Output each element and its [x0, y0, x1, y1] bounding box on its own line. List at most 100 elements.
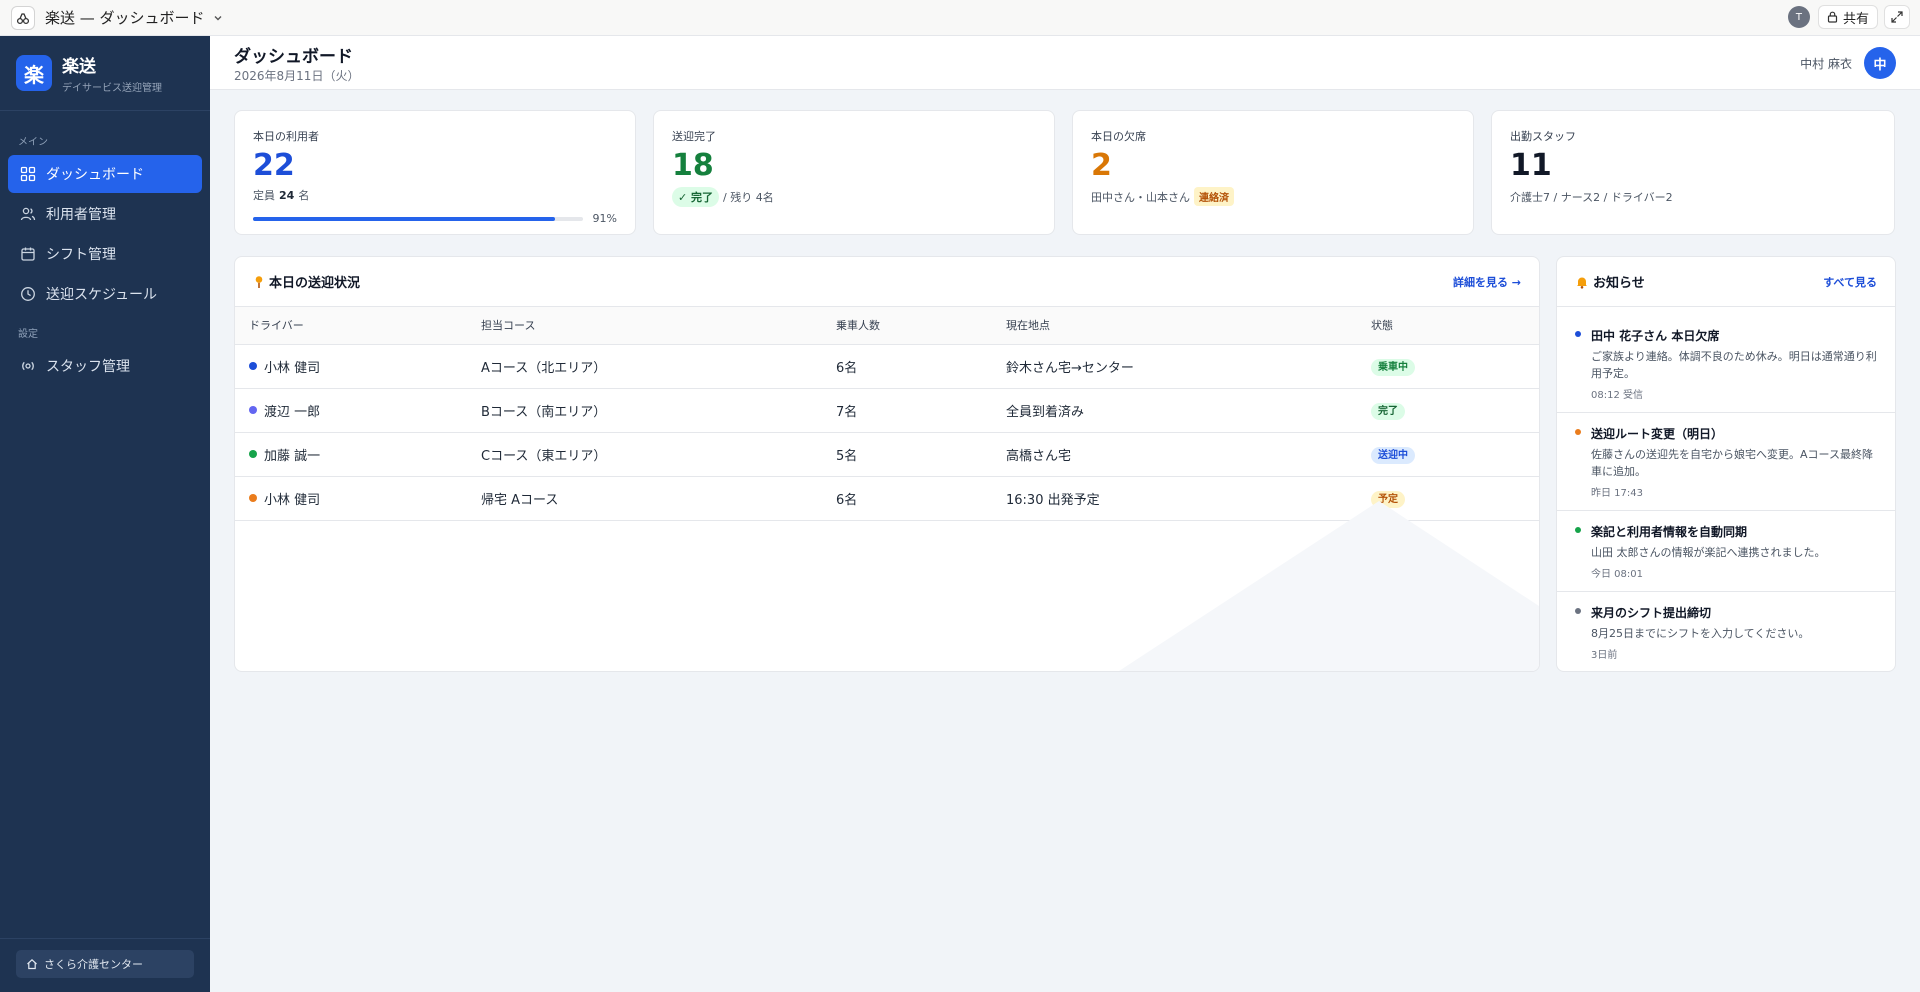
sidebar-item-label: スタッフ管理 — [46, 359, 130, 375]
page-date: 2026年8月11日（火） — [234, 69, 360, 83]
window-title: 楽送 — ダッシュボード — [45, 9, 205, 27]
window-titlebar: 楽送 — ダッシュボード T 共有 — [0, 0, 1920, 36]
calendar-icon — [21, 247, 35, 261]
bell-icon — [1577, 277, 1587, 289]
panel-title: 本日の送迎状況 — [253, 272, 360, 291]
sidebar-footer: さくら介護センター — [0, 938, 210, 992]
progress-fill — [253, 216, 556, 221]
view-details-link[interactable]: 詳細を見る → — [1453, 274, 1521, 290]
fullscreen-button[interactable] — [1884, 5, 1910, 29]
table-row[interactable]: 渡辺 一郎 Bコース（南エリア） 7名 全員到着済み 完了 — [235, 388, 1539, 432]
notice-body: 佐藤さんの送迎先を自宅から娘宅へ変更。Aコース最終降車に追加。 — [1591, 448, 1873, 478]
transport-status-panel: 本日の送迎状況 詳細を見る → ドライバー 担当コース 乗車人数 現在地点 状態… — [234, 256, 1540, 672]
driver-name: 小林 健司 — [264, 360, 321, 376]
count-cell: 7名 — [836, 404, 858, 420]
notice-body: 山田 太郎さんの情報が楽記へ連携されました。 — [1591, 546, 1826, 559]
notice-body: 8月25日までにシフトを入力してください。 — [1591, 627, 1810, 640]
column-header: 状態 — [1371, 319, 1393, 333]
column-header: ドライバー — [249, 319, 304, 333]
facility-name: さくら介護センター — [44, 958, 143, 971]
panel-title-text: 本日の送迎状況 — [269, 276, 361, 291]
brand-logo: 楽 — [16, 55, 52, 91]
stat-label: 送迎完了 — [672, 130, 716, 143]
driver-name: 小林 健司 — [264, 492, 321, 508]
driver-cell: 加藤 誠一 — [235, 432, 467, 476]
capacity-value: 24 — [279, 188, 295, 202]
attendance-progress — [253, 216, 583, 221]
capacity-prefix: 定員 — [253, 189, 275, 202]
facility-selector[interactable]: さくら介護センター — [16, 950, 194, 978]
sidebar-item-users[interactable]: 利用者管理 — [8, 195, 202, 233]
pin-icon — [255, 275, 263, 288]
stat-card-absent: 本日の欠席 2 田中さん・山本さん 連絡済 — [1072, 110, 1474, 235]
nav-section-main: メイン — [18, 137, 48, 148]
stat-capacity: 定員 24 名 — [253, 187, 617, 203]
status-badge: 完了 — [1371, 403, 1405, 420]
transport-table: ドライバー 担当コース 乗車人数 現在地点 状態 小林 健司 Aコース（北エリア）… — [235, 307, 1539, 521]
table-row[interactable]: 加藤 誠一 Cコース（東エリア） 5名 高橋さん宅 送迎中 — [235, 432, 1539, 476]
status-badge: ✓ 完了 — [672, 187, 720, 207]
driver-color-dot — [249, 450, 257, 458]
notice-title: 田中 花子さん 本日欠席 — [1591, 329, 1720, 343]
course-cell: 帰宅 Aコース — [481, 492, 559, 508]
driver-color-dot — [249, 362, 257, 370]
column-header: 乗車人数 — [836, 319, 880, 333]
progress-percent: 91% — [592, 212, 617, 225]
stat-label: 出勤スタッフ — [1510, 130, 1576, 143]
notice-title: 来月のシフト提出締切 — [1591, 606, 1712, 620]
notice-title: 楽記と利用者情報を自動同期 — [1591, 525, 1748, 539]
share-button[interactable]: 共有 — [1817, 5, 1878, 29]
state-cell: 乗車中 — [1357, 344, 1539, 388]
course-cell: Cコース（東エリア） — [481, 448, 607, 464]
app-menu-icon[interactable] — [11, 5, 35, 30]
notice-item[interactable]: 送迎ルート変更（明日） 佐藤さんの送迎先を自宅から娘宅へ変更。Aコース最終降車に追… — [1557, 413, 1895, 511]
badge-label: 完了 — [691, 191, 714, 204]
share-label: 共有 — [1842, 11, 1869, 27]
stat-card-users: 本日の利用者 22 定員 24 名 91% — [234, 110, 636, 235]
sidebar-item-staff[interactable]: スタッフ管理 — [8, 347, 202, 385]
driver-cell: 小林 健司 — [235, 344, 467, 388]
notice-dot — [1575, 527, 1581, 533]
avatar[interactable]: 中 — [1864, 47, 1896, 79]
driver-color-dot — [249, 406, 257, 414]
driver-name: 加藤 誠一 — [264, 448, 321, 464]
state-cell: 送迎中 — [1357, 432, 1539, 476]
chevron-down-icon[interactable] — [213, 13, 223, 23]
header-user: 中村 麻衣 中 — [1800, 47, 1896, 79]
sidebar-item-shifts[interactable]: シフト管理 — [8, 235, 202, 273]
notice-item[interactable]: 田中 花子さん 本日欠席 ご家族より連絡。体調不良のため休み。明日は通常通り利用予… — [1557, 315, 1895, 413]
count-cell: 6名 — [836, 492, 858, 508]
capacity-suffix: 名 — [298, 189, 310, 202]
user-avatar[interactable]: T — [1787, 6, 1810, 28]
sidebar-item-label: シフト管理 — [46, 247, 116, 263]
column-header: 現在地点 — [1006, 319, 1050, 333]
location-cell: 全員到着済み — [1006, 404, 1085, 420]
stat-value: 22 — [253, 148, 295, 183]
notice-dot — [1575, 608, 1581, 614]
panel-title: お知らせ — [1575, 272, 1645, 291]
sidebar-item-schedule[interactable]: 送迎スケジュール — [8, 275, 202, 313]
stat-value: 18 — [672, 148, 714, 183]
table-row[interactable]: 小林 健司 Aコース（北エリア） 6名 鈴木さん宅→センター 乗車中 — [235, 344, 1539, 388]
brand-subtitle: デイサービス送迎管理 — [62, 83, 162, 94]
notice-time: 今日 08:01 — [1591, 569, 1643, 580]
sidebar-item-dashboard[interactable]: ダッシュボード — [8, 155, 202, 193]
view-all-link[interactable]: すべて見る — [1823, 274, 1877, 290]
notice-item[interactable]: 楽記と利用者情報を自動同期山田 太郎さんの情報が楽記へ連携されました。 今日 08… — [1557, 511, 1895, 592]
brand: 楽 楽送 デイサービス送迎管理 — [0, 36, 210, 111]
notice-title: 送迎ルート変更（明日） — [1591, 427, 1724, 441]
course-cell: Bコース（南エリア） — [481, 404, 607, 420]
notice-item[interactable]: 来月のシフト提出締切 8月25日までにシフトを入力してください。 3日前 — [1557, 592, 1895, 671]
stat-label: 本日の欠席 — [1091, 130, 1146, 143]
stat-card-staff: 出勤スタッフ 11 介護士7 / ナース2 / ドライバー2 — [1491, 110, 1895, 235]
users-icon — [20, 207, 36, 221]
notice-time: 08:12 受信 — [1591, 390, 1643, 401]
home-icon — [27, 958, 37, 970]
map-decoration — [1119, 501, 1539, 671]
column-header: 担当コース — [481, 319, 536, 333]
status-badge: 乗車中 — [1371, 359, 1415, 376]
nav-section-settings: 設定 — [18, 329, 38, 340]
driver-name: 渡辺 一郎 — [264, 404, 321, 420]
stat-card-completed: 送迎完了 18 ✓ 完了 / 残り 4名 — [653, 110, 1055, 235]
notices-panel: お知らせ すべて見る 田中 花子さん 本日欠席 ご家族より連絡。体調不良のため休み… — [1556, 256, 1896, 672]
